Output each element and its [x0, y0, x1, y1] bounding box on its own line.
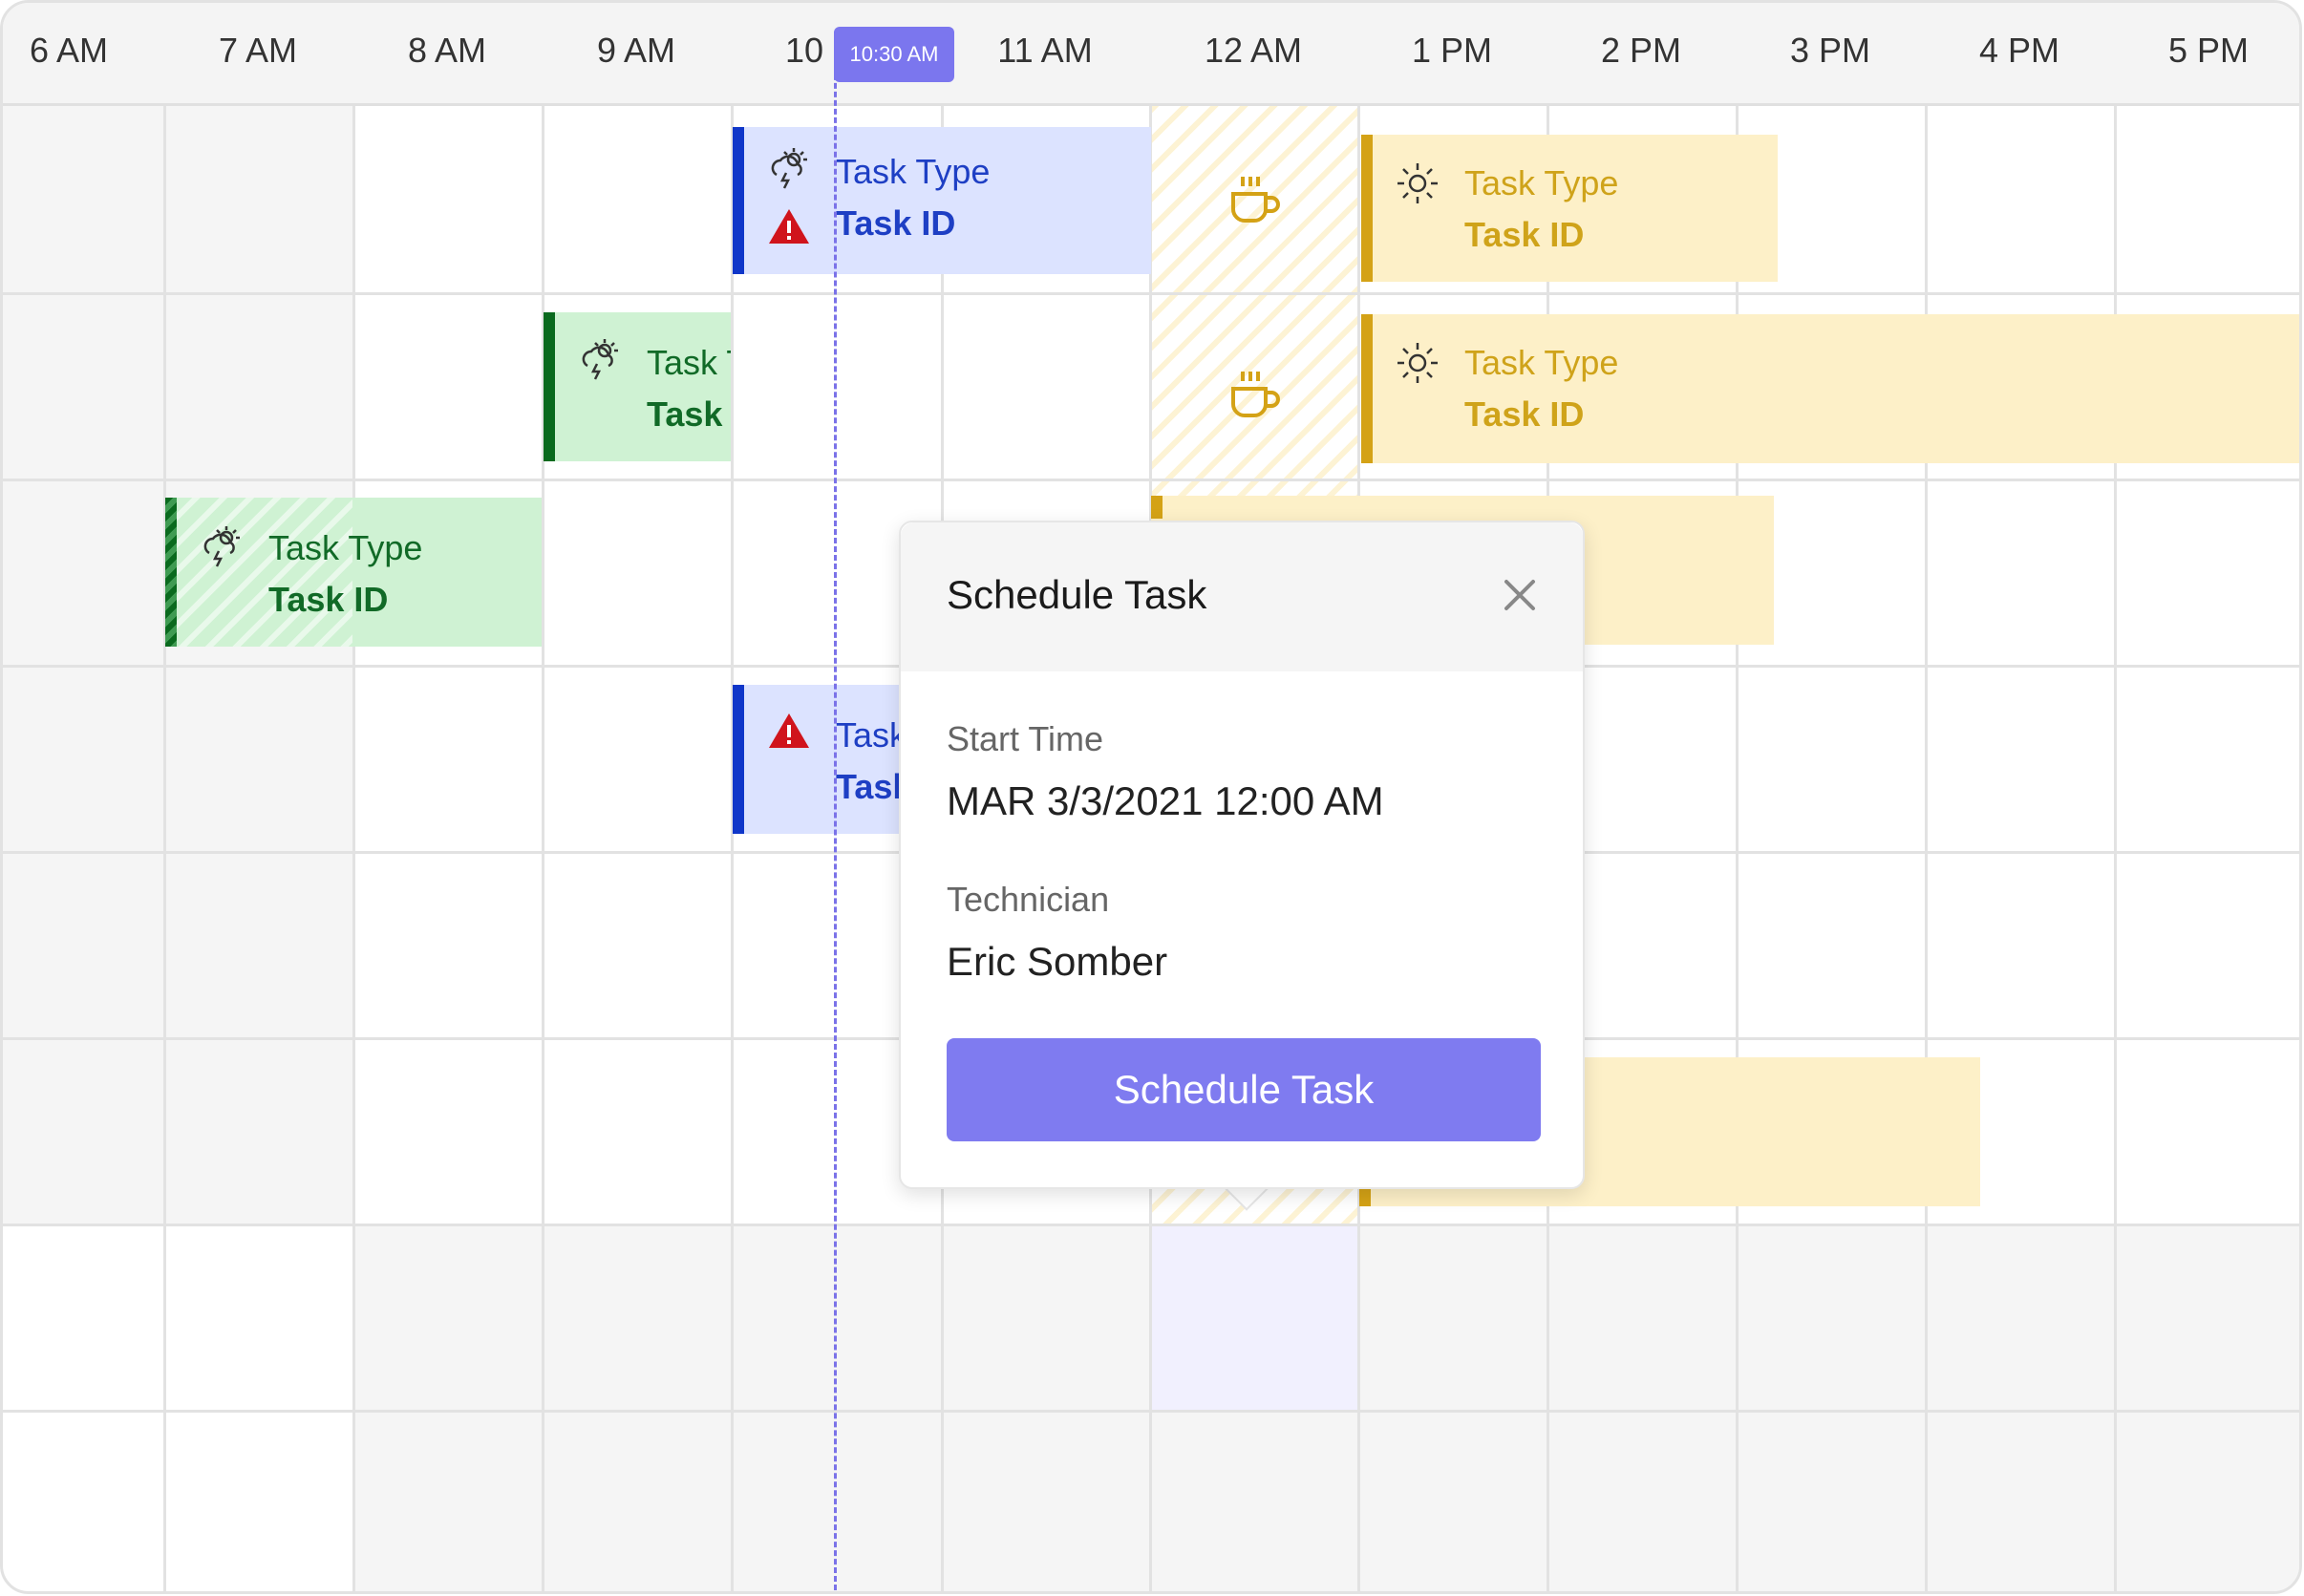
warning-icon: [769, 713, 809, 748]
hour-label: 3 PM: [1789, 31, 1871, 70]
sun-icon: [1397, 163, 1438, 203]
grid-line: [3, 479, 2299, 481]
task-id: Task ID: [836, 203, 956, 243]
task-card[interactable]: Task Type Task ID: [733, 127, 1151, 274]
hour-label: 7 AM: [218, 31, 298, 70]
selected-slot[interactable]: [1151, 1224, 1359, 1410]
task-bar: [1151, 496, 1163, 519]
warning-icon: [769, 209, 809, 244]
scheduler-frame: 6 AM 7 AM 8 AM 9 AM 10 11 AM 12 AM 1 PM …: [0, 0, 2302, 1594]
hour-label: 8 AM: [407, 31, 487, 70]
task-type: Task: [836, 715, 907, 755]
task-type: Task Type: [647, 343, 731, 382]
popup-header: Schedule Task: [901, 522, 1583, 671]
task-card[interactable]: Task Type Task ID: [1361, 314, 2299, 463]
task-type: Task Type: [1464, 343, 1619, 382]
task-id: Task ID: [268, 580, 389, 619]
hour-label: 12 AM: [1204, 31, 1303, 70]
offhours-cell: [163, 292, 352, 479]
task-card[interactable]: Task Task: [733, 685, 924, 834]
task-id: Task ID: [1464, 394, 1585, 434]
grid-line: [3, 1224, 2299, 1226]
hour-label: 4 PM: [1978, 31, 2060, 70]
schedule-task-popup: Schedule Task Start Time MAR 3/3/2021 12…: [899, 521, 1585, 1189]
schedule-task-button[interactable]: Schedule Task: [947, 1038, 1541, 1141]
grid-line: [352, 3, 355, 1591]
hour-label: 9 AM: [596, 31, 676, 70]
task-card[interactable]: Task Type Task ID: [1361, 135, 1778, 282]
technician-value: Eric Somber: [947, 939, 1168, 984]
hour-label: 1 PM: [1411, 31, 1493, 70]
task-card[interactable]: Task Type Task: [544, 312, 731, 461]
grid-line: [2114, 3, 2117, 1591]
start-time-value: MAR 3/3/2021 12:00 AM: [947, 778, 1384, 823]
hour-label: 2 PM: [1600, 31, 1682, 70]
task-bar: [1361, 135, 1373, 282]
coffee-icon: [1231, 177, 1280, 223]
grid-line: [1925, 3, 1928, 1591]
storm-icon: [582, 339, 618, 380]
task-type: Task Type: [1464, 163, 1619, 202]
start-time-label: Start Time: [947, 719, 1104, 758]
task-bar: [733, 127, 744, 274]
grid-line: [3, 1410, 2299, 1413]
storm-icon: [771, 148, 807, 189]
timeline-header: 6 AM 7 AM 8 AM 9 AM 10 11 AM 12 AM 1 PM …: [3, 3, 2299, 106]
hour-label: 6 AM: [29, 31, 109, 70]
coffee-icon: [1231, 372, 1280, 417]
current-time-line: [834, 32, 837, 1591]
technician-label: Technician: [947, 880, 1110, 919]
task-type: Task Type: [836, 152, 991, 191]
task-id: Task: [647, 394, 723, 434]
task-type: Task Type: [268, 528, 423, 567]
task-id: Task ID: [1464, 215, 1585, 254]
task-bar: [733, 685, 744, 834]
grid-line: [3, 292, 2299, 295]
grid-line: [542, 3, 544, 1591]
task-bar: [165, 498, 177, 647]
task-bar: [1361, 314, 1373, 463]
hour-label: 5 PM: [2167, 31, 2250, 70]
popup-title: Schedule Task: [947, 572, 1207, 617]
current-time-badge: 10:30 AM: [834, 27, 954, 82]
grid-line: [163, 3, 166, 1591]
hatch-overlay: [165, 498, 352, 647]
storm-icon: [203, 526, 240, 567]
task-bar: [544, 312, 555, 461]
task-card[interactable]: Task Type Task ID: [165, 498, 542, 647]
sun-icon: [1397, 343, 1438, 383]
hour-label: 11 AM: [997, 31, 1093, 70]
close-icon[interactable]: [1493, 568, 1547, 622]
